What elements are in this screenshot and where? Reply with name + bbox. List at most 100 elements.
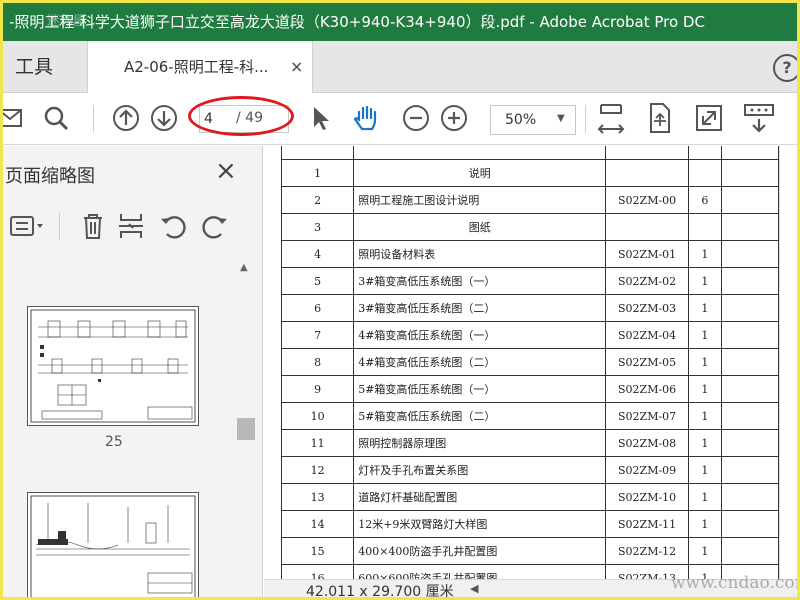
row-code: S02ZM-09 bbox=[605, 456, 689, 484]
select-arrow-icon[interactable] bbox=[305, 103, 335, 133]
row-title: 3#箱变高低压系统图（二） bbox=[353, 294, 607, 322]
table-row: 11 照明控制器原理图 S02ZM-08 1 bbox=[281, 429, 779, 457]
tab-close-icon[interactable]: × bbox=[290, 57, 303, 76]
thumbnail-drawing bbox=[30, 495, 196, 597]
table-row: 4 照明设备材料表 S02ZM-01 1 bbox=[281, 240, 779, 268]
page-size-label: 42.011 x 29.700 厘米 bbox=[306, 584, 454, 597]
rotate-page-icon[interactable] bbox=[643, 101, 675, 135]
row-count: 1 bbox=[687, 294, 722, 322]
row-number: 1 bbox=[281, 159, 355, 187]
table-row: 2 照明工程施工图设计说明 S02ZM-00 6 bbox=[281, 186, 779, 214]
row-code: S02ZM-07 bbox=[605, 402, 689, 430]
prev-page-icon[interactable] bbox=[111, 103, 141, 133]
row-code: S02ZM-06 bbox=[605, 375, 689, 403]
row-count: 1 bbox=[687, 348, 722, 376]
row-code: S02ZM-00 bbox=[605, 186, 689, 214]
toolbar: / 49 50% ▼ bbox=[3, 93, 797, 145]
row-code: S02ZM-01 bbox=[605, 240, 689, 268]
table-row: 1 说明 bbox=[281, 159, 779, 187]
page-thumbnail[interactable] bbox=[27, 306, 199, 426]
row-count: 1 bbox=[687, 240, 722, 268]
delete-icon[interactable] bbox=[77, 210, 109, 242]
full-screen-icon[interactable] bbox=[693, 101, 725, 135]
tab-document[interactable]: A2-06-照明工程-科... × bbox=[87, 41, 313, 94]
app-window: -照明工程-科学大道狮子口立交至高龙大道段（K30+940-K34+940）段.… bbox=[3, 3, 797, 597]
title-bar: -照明工程-科学大道狮子口立交至高龙大道段（K30+940-K34+940）段.… bbox=[3, 3, 797, 41]
row-number: 3 bbox=[281, 213, 355, 241]
thumbnail-drawing bbox=[30, 309, 196, 423]
row-code: S02ZM-02 bbox=[605, 267, 689, 295]
thumbnail-page-number: 25 bbox=[105, 434, 123, 450]
row-number: 10 bbox=[281, 402, 355, 430]
zoom-in-icon[interactable] bbox=[439, 103, 469, 133]
row-title: 12米+9米双臂路灯大样图 bbox=[353, 510, 607, 538]
row-count: 1 bbox=[687, 267, 722, 295]
top-watermark: 迷你屋 bbox=[47, 14, 87, 29]
tab-tools[interactable]: 工具 bbox=[3, 41, 87, 93]
row-title: 照明设备材料表 bbox=[353, 240, 607, 268]
zoom-value: 50% bbox=[505, 112, 537, 128]
extract-pages-icon[interactable] bbox=[115, 210, 147, 242]
pdf-page: 1 说明 2 照明工程施工图设计说明 S02ZM-00 6 3 图纸 4 照明设备材料表 S0… bbox=[281, 146, 780, 586]
zoom-select[interactable]: 50% ▼ bbox=[490, 105, 576, 135]
table-row: 9 5#箱变高低压系统图（一） S02ZM-06 1 bbox=[281, 375, 779, 403]
row-code: S02ZM-10 bbox=[605, 483, 689, 511]
search-icon[interactable] bbox=[41, 103, 71, 133]
more-tools-icon[interactable] bbox=[741, 101, 777, 135]
table-row: 8 4#箱变高低压系统图（二） S02ZM-05 1 bbox=[281, 348, 779, 376]
row-count: 1 bbox=[687, 456, 722, 484]
page-fit-icon[interactable] bbox=[595, 101, 627, 135]
chevron-left-icon[interactable]: ◀ bbox=[470, 582, 478, 595]
mail-icon[interactable] bbox=[3, 103, 25, 133]
zoom-out-icon[interactable] bbox=[401, 103, 431, 133]
row-title: 图纸 bbox=[353, 213, 607, 241]
hand-icon[interactable] bbox=[351, 103, 381, 133]
row-number: 8 bbox=[281, 348, 355, 376]
panel-toolbar bbox=[3, 206, 263, 246]
table-row: 14 12米+9米双臂路灯大样图 S02ZM-11 1 bbox=[281, 510, 779, 538]
thumbnail-scrollbar[interactable]: ▲ bbox=[235, 262, 257, 592]
table-row: 7 4#箱变高低压系统图（一） S02ZM-04 1 bbox=[281, 321, 779, 349]
row-number: 7 bbox=[281, 321, 355, 349]
row-title: 5#箱变高低压系统图（二） bbox=[353, 402, 607, 430]
tab-bar: 工具 A2-06-照明工程-科... × ? bbox=[3, 41, 797, 94]
row-number: 4 bbox=[281, 240, 355, 268]
panel-close-icon[interactable]: × bbox=[215, 158, 237, 184]
table-row: 10 5#箱变高低压系统图（二） S02ZM-07 1 bbox=[281, 402, 779, 430]
scroll-up-icon[interactable]: ▲ bbox=[240, 262, 248, 273]
drawing-list-table: 1 说明 2 照明工程施工图设计说明 S02ZM-00 6 3 图纸 4 照明设备材料表 S0… bbox=[281, 146, 779, 586]
row-title: 5#箱变高低压系统图（一） bbox=[353, 375, 607, 403]
rotate-right-icon[interactable] bbox=[199, 210, 231, 242]
chevron-down-icon: ▼ bbox=[557, 113, 565, 124]
table-row: 6 3#箱变高低压系统图（二） S02ZM-03 1 bbox=[281, 294, 779, 322]
next-page-icon[interactable] bbox=[149, 103, 179, 133]
panel-title: 页面缩略图 bbox=[5, 166, 95, 187]
row-code bbox=[605, 159, 689, 187]
row-count: 1 bbox=[687, 483, 722, 511]
row-title: 照明工程施工图设计说明 bbox=[353, 186, 607, 214]
row-code: S02ZM-05 bbox=[605, 348, 689, 376]
table-row: 3 图纸 bbox=[281, 213, 779, 241]
row-count: 1 bbox=[687, 321, 722, 349]
row-number: 6 bbox=[281, 294, 355, 322]
scroll-thumb[interactable] bbox=[237, 418, 255, 440]
row-title: 说明 bbox=[353, 159, 607, 187]
table-row: 13 道路灯杆基础配置图 S02ZM-10 1 bbox=[281, 483, 779, 511]
row-count: 1 bbox=[687, 375, 722, 403]
row-count: 1 bbox=[687, 510, 722, 538]
row-code: S02ZM-03 bbox=[605, 294, 689, 322]
row-number: 5 bbox=[281, 267, 355, 295]
panel-divider bbox=[59, 212, 60, 240]
highlight-annotation-ellipse bbox=[188, 96, 294, 136]
rotate-left-icon[interactable] bbox=[157, 210, 189, 242]
row-count bbox=[687, 159, 722, 187]
row-title: 4#箱变高低压系统图（一） bbox=[353, 321, 607, 349]
row-number: 13 bbox=[281, 483, 355, 511]
thumbnail-options-icon[interactable] bbox=[7, 210, 47, 242]
row-title: 道路灯杆基础配置图 bbox=[353, 483, 607, 511]
help-button[interactable]: ? bbox=[773, 54, 797, 82]
row-title: 4#箱变高低压系统图（二） bbox=[353, 348, 607, 376]
page-thumbnail[interactable] bbox=[27, 492, 199, 597]
row-count: 1 bbox=[687, 537, 722, 565]
table-row bbox=[281, 146, 779, 160]
